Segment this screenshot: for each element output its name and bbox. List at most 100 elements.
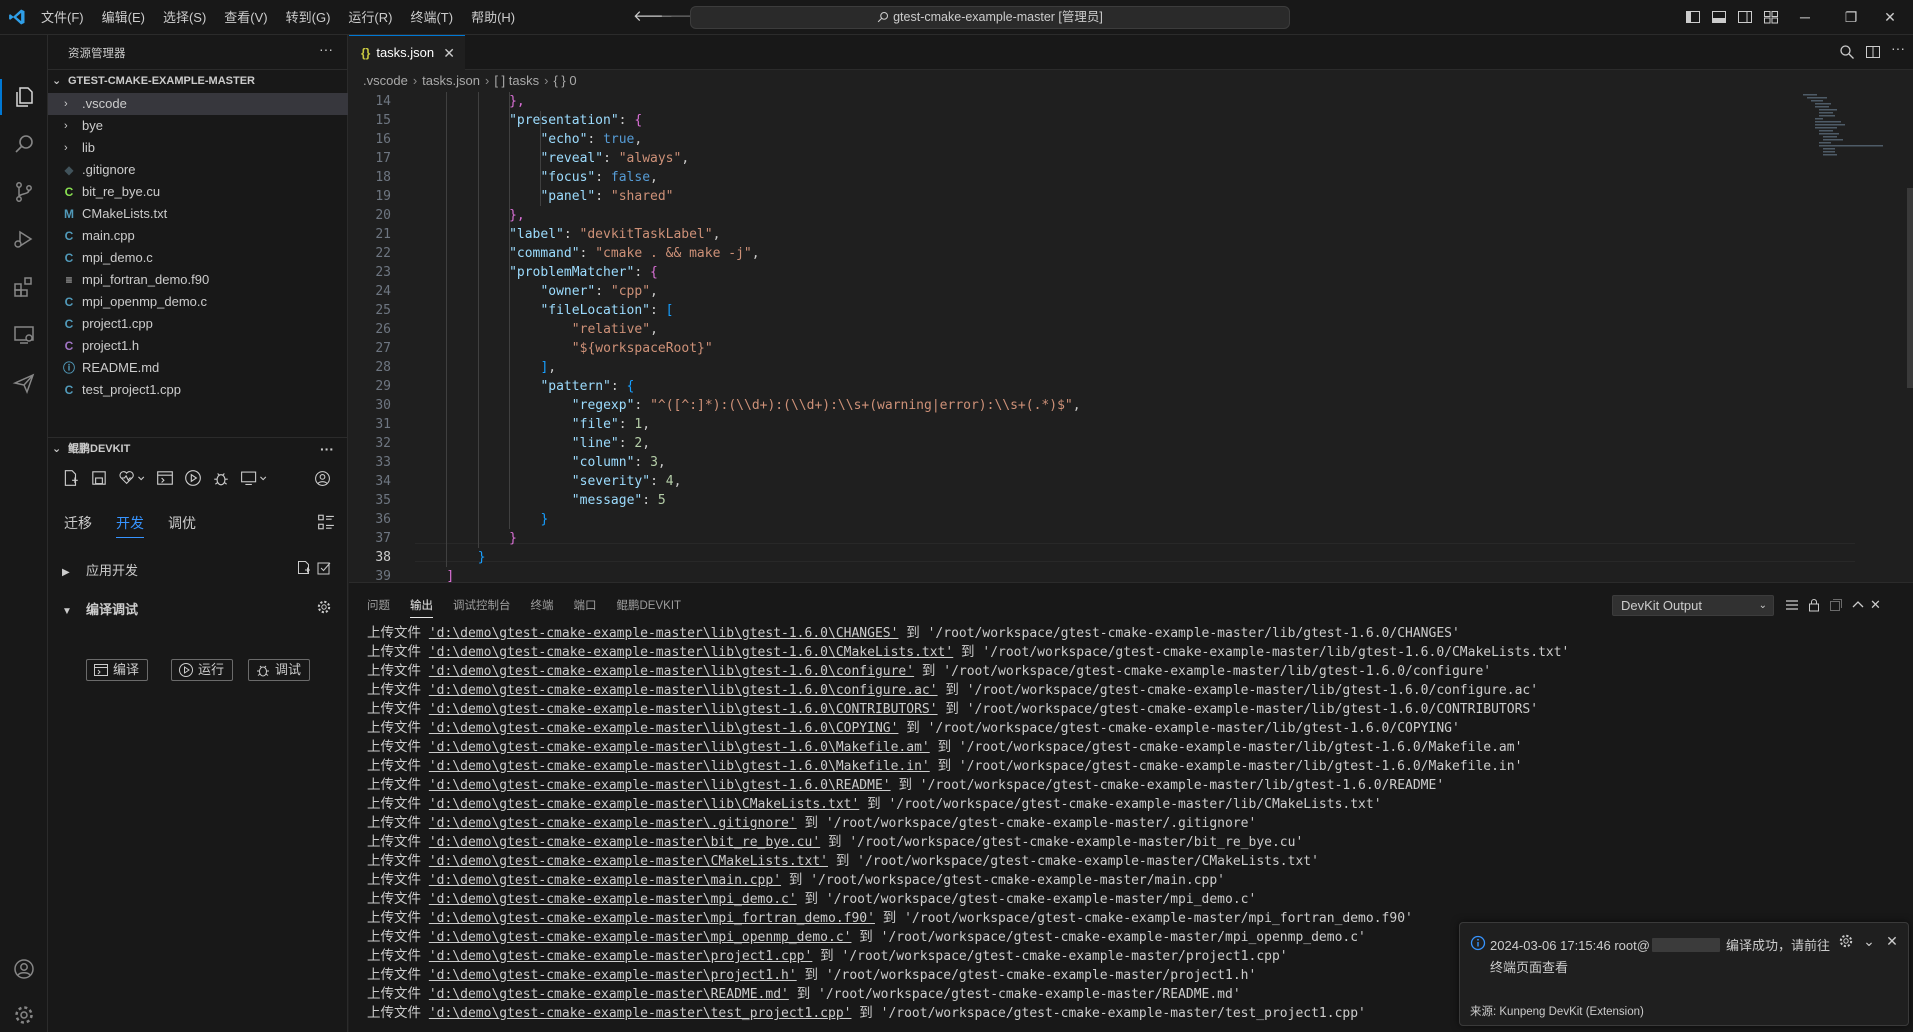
devkit-tab[interactable]: 开发 xyxy=(116,513,144,538)
close-tab-icon[interactable]: ✕ xyxy=(443,36,455,70)
collapse-notification-icon[interactable]: ⌄ xyxy=(1861,933,1877,949)
tree-folder[interactable]: › .vscode xyxy=(48,93,348,115)
tree-file[interactable]: Cbit_re_bye.cu xyxy=(48,181,348,203)
code-editor[interactable]: 14}, 15 "presentation": {16 "echo": true, 17… xyxy=(349,92,1913,582)
back-arrow-icon[interactable]: 🡐 xyxy=(633,9,673,25)
panel-tab[interactable]: 调试控制台 xyxy=(453,597,511,618)
health-check-dropdown-icon[interactable] xyxy=(118,469,146,487)
panel-tab[interactable]: 鲲鹏DEVKIT xyxy=(617,597,682,618)
source-path-link[interactable]: 'd:\demo\gtest-cmake-example-master\READ… xyxy=(429,987,789,1002)
devkit-tab[interactable]: 调优 xyxy=(168,513,196,538)
more-actions-icon[interactable]: ··· xyxy=(319,41,333,57)
forward-arrow-icon[interactable]: 🡒 xyxy=(660,9,700,25)
menu-item[interactable]: 帮助(H) xyxy=(465,6,521,30)
filter-list-icon[interactable] xyxy=(1784,597,1800,613)
tree-folder[interactable]: › bye xyxy=(48,115,348,137)
devkit-tab[interactable]: 迁移 xyxy=(64,513,92,538)
source-path-link[interactable]: 'd:\demo\gtest-cmake-example-master\lib\… xyxy=(429,778,891,793)
toggle-secondary-sidebar-icon[interactable] xyxy=(1737,9,1753,25)
source-path-link[interactable]: 'd:\demo\gtest-cmake-example-master\lib\… xyxy=(429,683,938,698)
source-path-link[interactable]: 'd:\demo\gtest-cmake-example-master\lib\… xyxy=(429,702,938,717)
tree-file[interactable]: Cmpi_openmp_demo.c xyxy=(48,291,348,313)
menu-item[interactable]: 终端(T) xyxy=(404,6,459,30)
tree-file[interactable]: Cproject1.cpp xyxy=(48,313,348,335)
menu-item[interactable]: 文件(F) xyxy=(35,6,90,30)
tree-file[interactable]: ≡ mpi_fortran_demo.f90 xyxy=(48,269,348,291)
extensions-icon[interactable] xyxy=(12,275,36,299)
run-debug-icon[interactable] xyxy=(12,227,36,251)
toggle-panel-icon[interactable] xyxy=(1711,9,1727,25)
source-path-link[interactable]: 'd:\demo\gtest-cmake-example-master\lib\… xyxy=(429,626,899,641)
compile-button[interactable]: 编译 xyxy=(86,659,149,681)
source-path-link[interactable]: 'd:\demo\gtest-cmake-example-master\lib\… xyxy=(429,721,899,736)
devkit-section-header[interactable]: ⌄ 鲲鹏DEVKIT ··· xyxy=(48,437,348,459)
source-path-link[interactable]: 'd:\demo\gtest-cmake-example-master\main… xyxy=(429,873,781,888)
close-window-icon[interactable]: ✕ xyxy=(1867,0,1913,35)
output-log[interactable]: 上传文件 'd:\demo\gtest-cmake-example-master… xyxy=(367,623,1569,1022)
close-notification-icon[interactable]: ✕ xyxy=(1884,933,1900,949)
source-path-link[interactable]: 'd:\demo\gtest-cmake-example-master\bit_… xyxy=(429,835,820,850)
search-icon[interactable] xyxy=(1839,44,1855,60)
output-channel-select[interactable]: DevKit Output ⌄ xyxy=(1612,595,1774,616)
tree-file[interactable]: Cmain.cpp xyxy=(48,225,348,247)
notification-toast[interactable]: 2024-03-06 17:15:46 root@ 编译成功，请前往 终端页面查看… xyxy=(1459,922,1909,1026)
breadcrumb-item[interactable]: { } 0 xyxy=(553,73,576,88)
panel-tab[interactable]: 终端 xyxy=(531,597,554,618)
menu-item[interactable]: 转到(G) xyxy=(280,6,337,30)
kunpeng-devkit-icon[interactable] xyxy=(12,371,36,395)
source-path-link[interactable]: 'd:\demo\gtest-cmake-example-master\CMak… xyxy=(429,854,828,869)
customize-layout-icon[interactable] xyxy=(1763,9,1779,25)
tree-file[interactable]: Cmpi_demo.c xyxy=(48,247,348,269)
minimize-window-icon[interactable]: ─ xyxy=(1782,0,1828,35)
clear-output-icon[interactable] xyxy=(1828,597,1844,613)
debug-button[interactable]: 调试 xyxy=(248,659,311,681)
notification-settings-gear-icon[interactable] xyxy=(1838,933,1854,949)
save-icon[interactable] xyxy=(90,469,108,487)
panel-tab[interactable]: 问题 xyxy=(367,597,390,618)
new-project-icon[interactable] xyxy=(296,560,312,576)
source-path-link[interactable]: 'd:\demo\gtest-cmake-example-master\lib\… xyxy=(429,740,930,755)
breadcrumb-item[interactable]: tasks.json xyxy=(422,73,480,88)
source-path-link[interactable]: 'd:\demo\gtest-cmake-example-master\lib\… xyxy=(429,645,953,660)
account-icon[interactable] xyxy=(12,957,36,981)
source-path-link[interactable]: 'd:\demo\gtest-cmake-example-master\mpi_… xyxy=(429,911,875,926)
close-panel-icon[interactable]: ✕ xyxy=(1870,597,1886,613)
menu-item[interactable]: 编辑(E) xyxy=(96,6,151,30)
split-editor-icon[interactable] xyxy=(1865,44,1881,60)
more-actions-icon[interactable]: ··· xyxy=(320,438,334,460)
more-actions-icon[interactable]: ··· xyxy=(1891,40,1907,56)
source-path-link[interactable]: 'd:\demo\gtest-cmake-example-master\lib\… xyxy=(429,664,914,679)
minimap[interactable] xyxy=(1793,92,1883,182)
panel-tab[interactable]: 输出 xyxy=(410,597,433,618)
toggle-sidebar-icon[interactable] xyxy=(1685,9,1701,25)
tree-file[interactable]: ⓘ README.md xyxy=(48,357,348,379)
remote-explorer-icon[interactable] xyxy=(12,323,36,347)
tree-file[interactable]: ◆ .gitignore xyxy=(48,159,348,181)
build-settings-gear-icon[interactable] xyxy=(316,599,332,615)
remote-server-dropdown-icon[interactable] xyxy=(240,469,268,487)
run-button[interactable]: 运行 xyxy=(171,659,234,681)
breadcrumb-item[interactable]: .vscode xyxy=(363,73,408,88)
tree-file[interactable]: Cproject1.h xyxy=(48,335,348,357)
tree-file[interactable]: M CMakeLists.txt xyxy=(48,203,348,225)
compile-icon[interactable] xyxy=(156,469,174,487)
manage-gear-icon[interactable] xyxy=(12,1003,36,1027)
source-path-link[interactable]: 'd:\demo\gtest-cmake-example-master\lib\… xyxy=(429,797,859,812)
explorer-files-icon[interactable] xyxy=(12,85,36,109)
source-path-link[interactable]: 'd:\demo\gtest-cmake-example-master\mpi_… xyxy=(429,930,852,945)
source-control-icon[interactable] xyxy=(12,180,36,204)
devkit-account-icon[interactable] xyxy=(314,470,331,487)
source-path-link[interactable]: 'd:\demo\gtest-cmake-example-master\lib\… xyxy=(429,759,930,774)
tree-file[interactable]: Ctest_project1.cpp xyxy=(48,379,348,401)
source-path-link[interactable]: 'd:\demo\gtest-cmake-example-master\mpi_… xyxy=(429,892,797,907)
import-project-icon[interactable] xyxy=(316,560,332,576)
tab-tasks-json[interactable]: {} tasks.json ✕ xyxy=(349,35,465,70)
menu-item[interactable]: 选择(S) xyxy=(157,6,212,30)
source-path-link[interactable]: 'd:\demo\gtest-cmake-example-master\proj… xyxy=(429,968,797,983)
command-center[interactable]: gtest-cmake-example-master [管理员] xyxy=(690,6,1290,29)
menu-item[interactable]: 运行(R) xyxy=(342,6,398,30)
menu-item[interactable]: 查看(V) xyxy=(218,6,273,30)
source-path-link[interactable]: 'd:\demo\gtest-cmake-example-master\proj… xyxy=(429,949,813,964)
build-debug-section[interactable]: ▼ 编译调试 xyxy=(62,599,138,618)
new-file-icon[interactable] xyxy=(62,469,80,487)
